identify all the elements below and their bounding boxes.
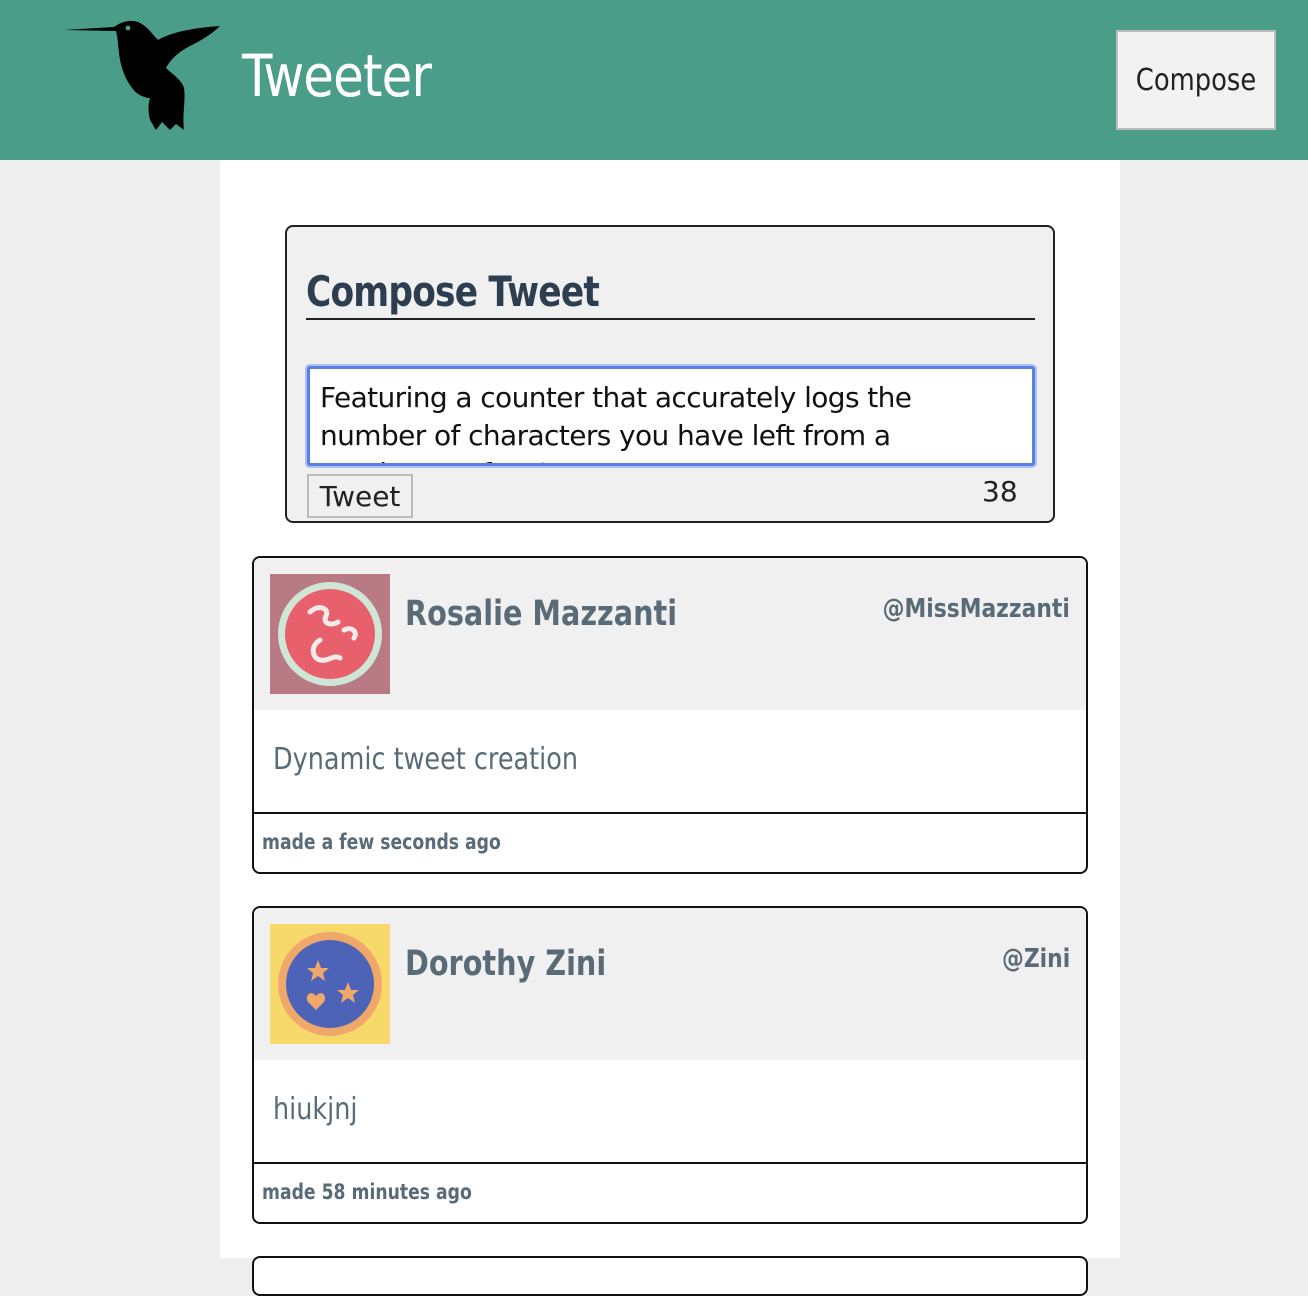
tweet-card <box>252 1256 1088 1296</box>
user-handle: @Zini <box>1001 944 1070 974</box>
hummingbird-icon <box>64 20 220 131</box>
main-container: Compose Tweet Featuring a counter that a… <box>220 160 1120 1296</box>
compose-title: Compose Tweet <box>306 267 1035 320</box>
compose-button[interactable]: Compose <box>1116 30 1276 130</box>
tweet-submit-button[interactable]: Tweet <box>307 474 413 518</box>
user-name: Rosalie Mazzanti <box>405 594 678 634</box>
tweet-content: Dynamic tweet creation <box>273 742 579 777</box>
tweet-card: Dorothy Zini @Zini hiukjnj made 58 minut… <box>252 906 1088 1224</box>
compose-button-label: Compose <box>1135 62 1257 98</box>
tweet-card: Rosalie Mazzanti @MissMazzanti Dynamic t… <box>252 556 1088 874</box>
tweet-body: Dynamic tweet creation <box>254 710 1086 814</box>
tweet-content: hiukjnj <box>273 1092 358 1127</box>
stars-avatar-icon <box>270 924 390 1044</box>
tweet-header: Dorothy Zini @Zini <box>254 908 1086 1060</box>
compose-form: Compose Tweet Featuring a counter that a… <box>285 225 1055 523</box>
tweet-body: hiukjnj <box>254 1060 1086 1164</box>
tweet-footer: made a few seconds ago <box>254 814 1086 872</box>
tweet-timestamp: made a few seconds ago <box>262 830 501 854</box>
top-nav: Tweeter Compose <box>0 0 1308 160</box>
tweet-footer: made 58 minutes ago <box>254 1164 1086 1222</box>
tweet-textarea[interactable]: Featuring a counter that accurately logs… <box>307 366 1035 466</box>
char-counter: 38 <box>982 475 1018 508</box>
user-handle: @MissMazzanti <box>882 594 1070 624</box>
tweet-timestamp: made 58 minutes ago <box>262 1180 472 1204</box>
user-name: Dorothy Zini <box>405 944 607 984</box>
swirl-avatar-icon <box>270 574 390 694</box>
tweet-header: Rosalie Mazzanti @MissMazzanti <box>254 558 1086 710</box>
brand-title: Tweeter <box>242 42 432 110</box>
